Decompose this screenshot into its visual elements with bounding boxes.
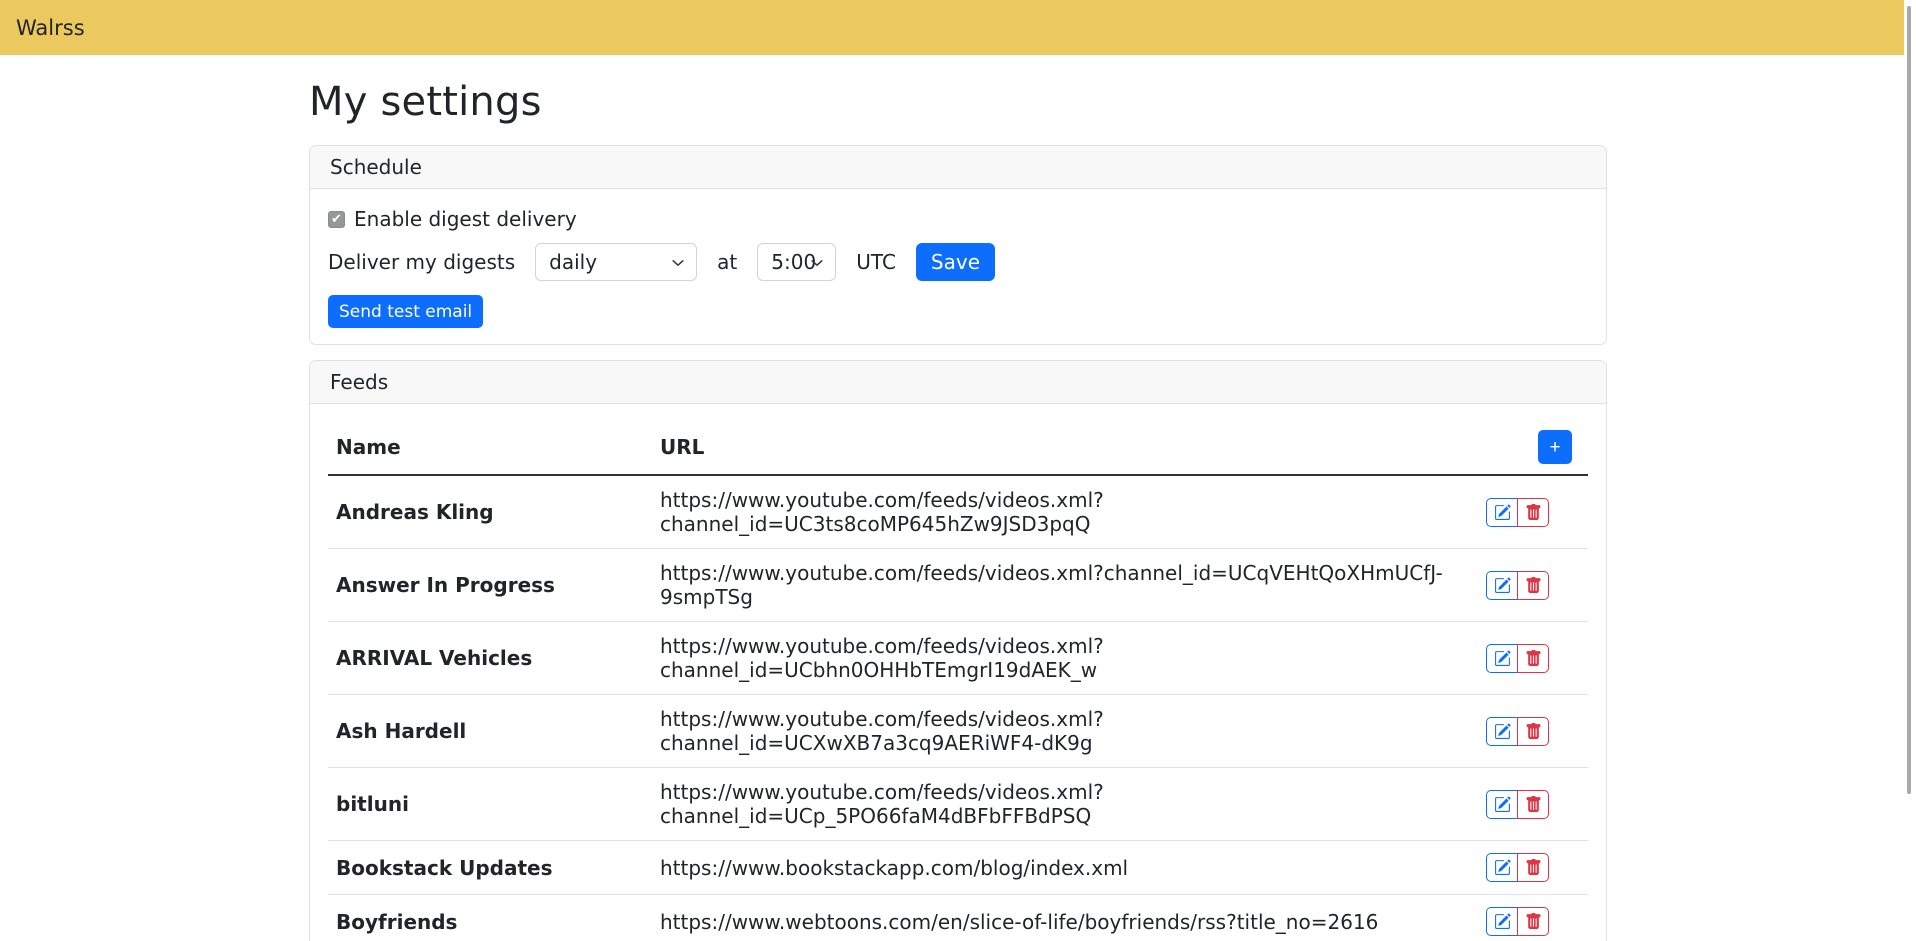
feed-name: Answer In Progress bbox=[328, 549, 652, 622]
schedule-card-body: ✔ Enable digest delivery Deliver my dige… bbox=[310, 189, 1606, 344]
feed-url: https://www.youtube.com/feeds/videos.xml… bbox=[652, 475, 1478, 549]
delete-feed-button[interactable] bbox=[1517, 907, 1549, 936]
feed-row: bitluni https://www.youtube.com/feeds/vi… bbox=[328, 768, 1588, 841]
chevron-down-icon bbox=[671, 256, 685, 270]
feed-name: Boyfriends bbox=[328, 895, 652, 941]
feed-name: Ash Hardell bbox=[328, 695, 652, 768]
frequency-select-value: daily bbox=[549, 250, 597, 274]
delete-feed-button[interactable] bbox=[1517, 644, 1549, 673]
trash-icon bbox=[1525, 796, 1542, 813]
feeds-table: Name URL + Andreas Kling https://www.you… bbox=[328, 420, 1588, 941]
feed-url: https://www.youtube.com/feeds/videos.xml… bbox=[652, 622, 1478, 695]
enable-digest-checkbox[interactable]: ✔ bbox=[328, 211, 345, 228]
feed-row: Ash Hardell https://www.youtube.com/feed… bbox=[328, 695, 1588, 768]
feed-name: bitluni bbox=[328, 768, 652, 841]
feeds-card-body: Name URL + Andreas Kling https://www.you… bbox=[310, 404, 1606, 941]
chevron-down-icon bbox=[810, 256, 824, 270]
feeds-card-header: Feeds bbox=[310, 361, 1606, 404]
navbar: Walrss bbox=[0, 0, 1904, 55]
pencil-square-icon bbox=[1494, 504, 1511, 521]
edit-feed-button[interactable] bbox=[1486, 717, 1518, 746]
feeds-table-header-row: Name URL + bbox=[328, 420, 1588, 475]
timezone-label: UTC bbox=[856, 250, 896, 274]
feed-url: https://www.youtube.com/feeds/videos.xml… bbox=[652, 549, 1478, 622]
add-feed-button[interactable]: + bbox=[1538, 430, 1572, 464]
feed-url: https://www.bookstackapp.com/blog/index.… bbox=[652, 841, 1478, 895]
feed-actions bbox=[1486, 717, 1549, 746]
feed-actions bbox=[1486, 498, 1549, 527]
at-label: at bbox=[717, 250, 737, 274]
save-button[interactable]: Save bbox=[916, 243, 995, 281]
main-container: My settings Schedule ✔ Enable digest del… bbox=[309, 79, 1607, 941]
schedule-card: Schedule ✔ Enable digest delivery Delive… bbox=[309, 145, 1607, 345]
feed-row: Andreas Kling https://www.youtube.com/fe… bbox=[328, 475, 1588, 549]
edit-feed-button[interactable] bbox=[1486, 853, 1518, 882]
delete-feed-button[interactable] bbox=[1517, 790, 1549, 819]
feed-name: Bookstack Updates bbox=[328, 841, 652, 895]
frequency-select[interactable]: daily bbox=[535, 243, 697, 281]
deliver-digests-label: Deliver my digests bbox=[328, 250, 515, 274]
delete-feed-button[interactable] bbox=[1517, 498, 1549, 527]
schedule-card-header: Schedule bbox=[310, 146, 1606, 189]
feeds-card: Feeds Name URL + Andreas Kling https://w… bbox=[309, 360, 1607, 941]
pencil-square-icon bbox=[1494, 913, 1511, 930]
feed-row: Answer In Progress https://www.youtube.c… bbox=[328, 549, 1588, 622]
feed-url: https://www.youtube.com/feeds/videos.xml… bbox=[652, 695, 1478, 768]
feed-actions bbox=[1486, 853, 1549, 882]
column-header-url: URL bbox=[652, 420, 1478, 475]
delete-feed-button[interactable] bbox=[1517, 571, 1549, 600]
column-header-name: Name bbox=[328, 420, 652, 475]
feed-name: Andreas Kling bbox=[328, 475, 652, 549]
feed-url: https://www.webtoons.com/en/slice-of-lif… bbox=[652, 895, 1478, 941]
trash-icon bbox=[1525, 723, 1542, 740]
pencil-square-icon bbox=[1494, 650, 1511, 667]
pencil-square-icon bbox=[1494, 577, 1511, 594]
trash-icon bbox=[1525, 577, 1542, 594]
feed-actions bbox=[1486, 644, 1549, 673]
feed-actions bbox=[1486, 790, 1549, 819]
edit-feed-button[interactable] bbox=[1486, 644, 1518, 673]
trash-icon bbox=[1525, 650, 1542, 667]
delete-feed-button[interactable] bbox=[1517, 717, 1549, 746]
pencil-square-icon bbox=[1494, 796, 1511, 813]
feed-row: Bookstack Updates https://www.bookstacka… bbox=[328, 841, 1588, 895]
pencil-square-icon bbox=[1494, 859, 1511, 876]
delete-feed-button[interactable] bbox=[1517, 853, 1549, 882]
pencil-square-icon bbox=[1494, 723, 1511, 740]
edit-feed-button[interactable] bbox=[1486, 790, 1518, 819]
feed-name: ARRIVAL Vehicles bbox=[328, 622, 652, 695]
trash-icon bbox=[1525, 504, 1542, 521]
brand-link[interactable]: Walrss bbox=[16, 16, 85, 40]
feed-url: https://www.youtube.com/feeds/videos.xml… bbox=[652, 768, 1478, 841]
time-select[interactable]: 5:00 bbox=[757, 243, 836, 281]
enable-digest-label[interactable]: Enable digest delivery bbox=[354, 207, 577, 231]
feed-actions bbox=[1486, 571, 1549, 600]
vertical-scrollbar[interactable] bbox=[1907, 6, 1911, 794]
trash-icon bbox=[1525, 913, 1542, 930]
edit-feed-button[interactable] bbox=[1486, 907, 1518, 936]
send-test-email-button[interactable]: Send test email bbox=[328, 295, 483, 328]
feed-actions bbox=[1486, 907, 1549, 936]
column-header-actions: + bbox=[1478, 420, 1588, 475]
feed-row: ARRIVAL Vehicles https://www.youtube.com… bbox=[328, 622, 1588, 695]
trash-icon bbox=[1525, 859, 1542, 876]
edit-feed-button[interactable] bbox=[1486, 498, 1518, 527]
page-title: My settings bbox=[309, 79, 1607, 125]
feed-row: Boyfriends https://www.webtoons.com/en/s… bbox=[328, 895, 1588, 941]
edit-feed-button[interactable] bbox=[1486, 571, 1518, 600]
